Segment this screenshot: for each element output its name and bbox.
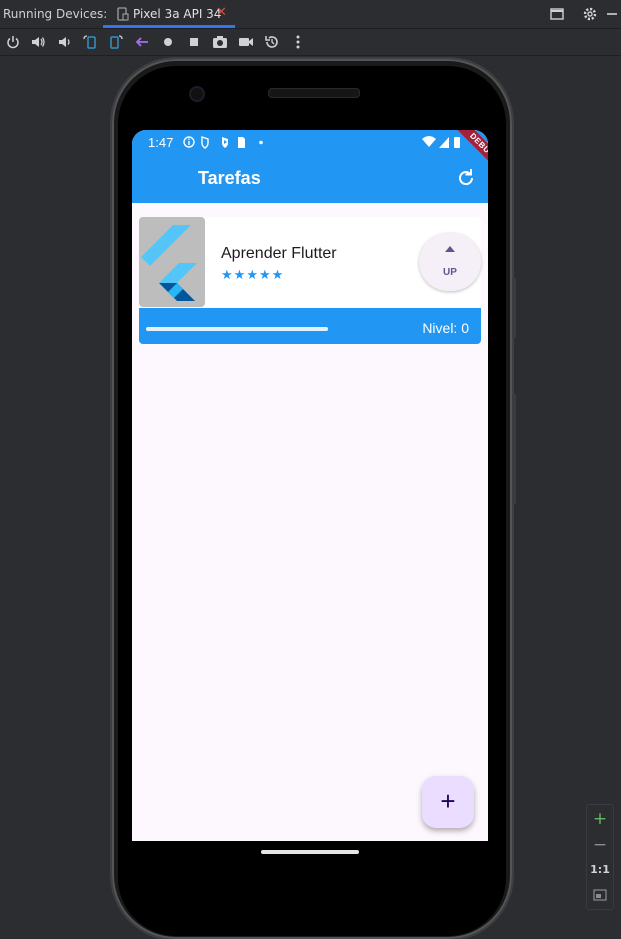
level-up-button[interactable]: UP: [419, 233, 481, 291]
device-screen: 1:47 Tarefas DEBUG Aprender Flutter ★★★★…: [132, 130, 488, 841]
fit-screen-icon[interactable]: [593, 888, 607, 902]
close-tab-icon[interactable]: ✕: [216, 5, 227, 20]
arrow-up-icon: [445, 246, 455, 252]
level-up-label: UP: [443, 267, 457, 278]
difficulty-stars: ★★★★★: [221, 266, 284, 282]
star-icon: ★: [258, 267, 271, 282]
volume-down-icon[interactable]: [56, 34, 72, 50]
minimize-icon[interactable]: [604, 6, 620, 22]
volume-up-icon[interactable]: [30, 34, 46, 50]
device-power-button: [512, 278, 516, 338]
gesture-handle[interactable]: [261, 850, 359, 854]
zoom-out-button[interactable]: −: [587, 835, 613, 855]
device-volume-button: [512, 394, 516, 504]
star-icon: ★: [271, 267, 284, 282]
refresh-icon[interactable]: [454, 166, 478, 190]
rotate-right-icon[interactable]: [108, 34, 124, 50]
device-tab-label: Pixel 3a API 34: [133, 7, 222, 21]
notification-icons: [183, 136, 263, 149]
star-icon: ★: [221, 267, 233, 282]
status-bar: 1:47: [132, 130, 488, 154]
app-bar: 1:47 Tarefas DEBUG: [132, 130, 488, 203]
task-level: Nivel: 0: [422, 320, 469, 336]
wifi-signal-battery-icons: [422, 136, 460, 148]
actual-size-button[interactable]: 1:1: [587, 863, 613, 876]
back-icon[interactable]: [134, 34, 150, 50]
task-progress-bar: [146, 327, 328, 331]
status-time: 1:47: [148, 135, 174, 150]
snapshot-icon[interactable]: [264, 34, 280, 50]
overview-icon[interactable]: [186, 34, 202, 50]
power-icon[interactable]: [5, 34, 21, 50]
flutter-logo-icon: [141, 225, 197, 301]
ide-tab-bar: Running Devices: Pixel 3a API 34 ✕: [0, 0, 621, 29]
app-title: Tarefas: [198, 168, 261, 188]
screen-record-icon[interactable]: [238, 34, 254, 50]
star-icon: ★: [246, 267, 258, 282]
task-name: Aprender Flutter: [221, 245, 337, 262]
earpiece-speaker: [268, 88, 360, 98]
phone-device-icon: [117, 7, 129, 21]
task-card: Aprender Flutter ★★★★★ UP: [139, 217, 481, 307]
restore-window-icon[interactable]: [549, 6, 565, 22]
task-thumbnail: [139, 217, 205, 307]
front-camera: [189, 86, 205, 102]
task-progress-fill: [146, 327, 328, 331]
zoom-in-button[interactable]: +: [587, 809, 613, 829]
add-task-button[interactable]: +: [422, 776, 474, 828]
running-devices-label: Running Devices:: [3, 7, 108, 21]
rotate-left-icon[interactable]: [82, 34, 98, 50]
device-tab[interactable]: Pixel 3a API 34 ✕: [103, 0, 235, 28]
gear-icon[interactable]: [582, 6, 598, 22]
system-nav-area: [132, 841, 488, 871]
task-progress-footer: Nivel: 0: [139, 308, 481, 344]
star-icon: ★: [233, 267, 246, 282]
zoom-controls: + − 1:1: [586, 804, 614, 910]
active-tab-indicator: [103, 25, 235, 28]
more-icon[interactable]: [290, 34, 306, 50]
home-icon[interactable]: [160, 34, 176, 50]
screenshot-icon[interactable]: [212, 34, 228, 50]
device-toolbar: [0, 29, 621, 56]
